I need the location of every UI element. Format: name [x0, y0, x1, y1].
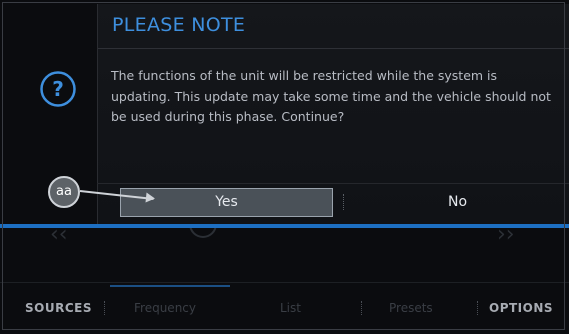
- button-row-divider: [97, 183, 569, 184]
- no-button[interactable]: No: [350, 188, 565, 217]
- accent-line: [0, 224, 569, 228]
- tab-separator: [477, 301, 479, 315]
- title-divider: [98, 48, 569, 49]
- question-icon: ?: [39, 70, 77, 108]
- tab-list[interactable]: List: [280, 289, 301, 327]
- dialog-message: The functions of the unit will be restri…: [111, 68, 551, 124]
- dialog-title: PLEASE NOTE: [112, 14, 246, 36]
- tab-separator: [104, 301, 106, 315]
- options-button[interactable]: OPTIONS: [489, 289, 553, 327]
- tab-presets[interactable]: Presets: [389, 289, 433, 327]
- tab-separator: [361, 301, 363, 315]
- divider: [0, 282, 569, 283]
- tab-frequency[interactable]: Frequency: [134, 289, 196, 327]
- button-separator: [343, 194, 345, 210]
- callout-badge: aa: [48, 176, 80, 208]
- svg-text:?: ?: [52, 77, 64, 101]
- sources-button[interactable]: SOURCES: [25, 289, 92, 327]
- active-tab-indicator: [110, 285, 230, 287]
- bottom-bar: SOURCES Frequency List Presets OPTIONS: [0, 289, 569, 330]
- screen: ‹‹ ›› ? PLEASE NOTE The functions of the…: [0, 0, 569, 334]
- callout-arrow-icon: [145, 192, 156, 204]
